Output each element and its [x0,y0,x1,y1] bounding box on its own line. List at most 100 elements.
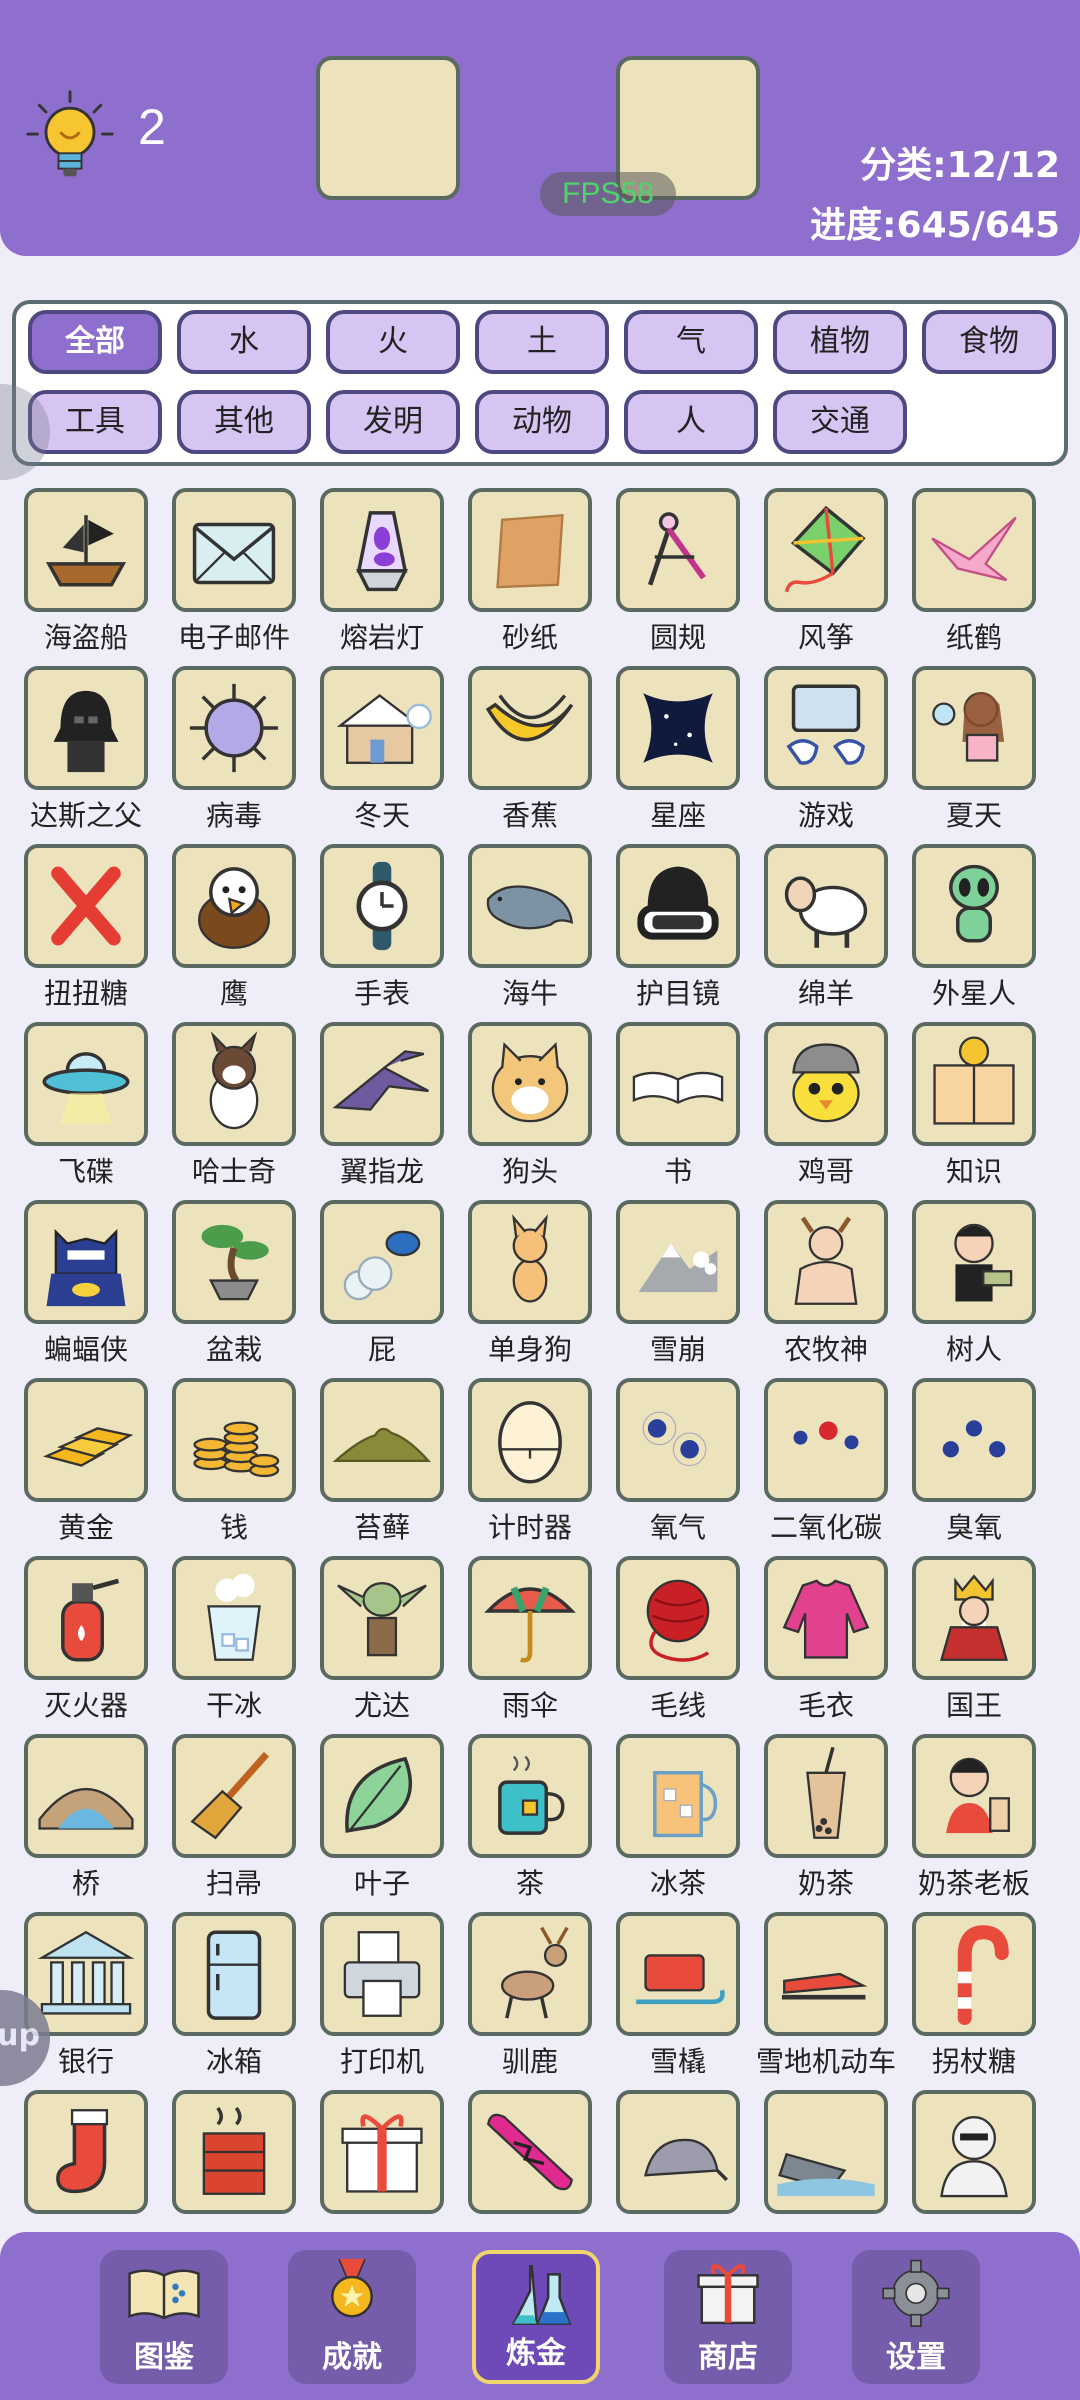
element-tile[interactable] [172,1912,296,2036]
element-tile[interactable] [24,844,148,968]
candy-cane-icon [957,1925,1009,2026]
element-tile[interactable] [616,1556,740,1680]
element-tile[interactable] [616,1734,740,1858]
element-tile[interactable] [764,1734,888,1858]
nav-tab-4[interactable]: 设置 [852,2250,980,2384]
element-tile[interactable] [468,1022,592,1146]
element-tile[interactable] [912,1022,1036,1146]
element-tile[interactable] [320,666,444,790]
element-tile[interactable] [912,1734,1036,1858]
element-tile[interactable] [468,1912,592,2036]
element-tile[interactable] [616,1378,740,1502]
element-tile[interactable] [468,844,592,968]
element-tile[interactable] [912,1378,1036,1502]
element-tile[interactable] [320,844,444,968]
element-tile[interactable] [912,2090,1036,2214]
element-tile[interactable] [24,1022,148,1146]
element-tile[interactable] [320,2090,444,2214]
element-tile[interactable] [468,488,592,612]
category-chip-8[interactable]: 其他 [177,390,311,454]
element-tile[interactable] [912,1556,1036,1680]
category-chip-11[interactable]: 人 [624,390,758,454]
element-tile[interactable] [468,1556,592,1680]
element-tile[interactable] [616,1022,740,1146]
element-tile[interactable] [616,844,740,968]
element-tile[interactable] [616,2090,740,2214]
element-tile[interactable] [172,2090,296,2214]
element-tile[interactable] [764,488,888,612]
element-tile[interactable] [764,2090,888,2214]
element-tile[interactable] [468,1378,592,1502]
compass-tool-icon [647,512,706,586]
sled-icon [636,1954,725,2005]
element-tile[interactable] [616,488,740,612]
element-tile[interactable] [764,666,888,790]
element-tile[interactable] [912,1200,1036,1324]
element-tile[interactable] [24,666,148,790]
element-tile[interactable] [616,1912,740,2036]
element-tile[interactable] [320,488,444,612]
element-tile[interactable] [764,844,888,968]
element-tile[interactable] [764,1912,888,2036]
category-chip-5[interactable]: 植物 [773,310,907,374]
category-chip-10[interactable]: 动物 [475,390,609,454]
element-tile[interactable] [912,666,1036,790]
element-tile[interactable] [320,1556,444,1680]
category-chip-3[interactable]: 土 [475,310,609,374]
combine-slot-left[interactable] [316,56,460,200]
element-tile[interactable] [468,1734,592,1858]
element-tile[interactable] [24,1378,148,1502]
element-tile[interactable] [24,1734,148,1858]
element-tile[interactable] [320,1912,444,2036]
element-tile[interactable] [468,1200,592,1324]
element-label: 纸鹤 [945,621,1002,654]
element-tile[interactable] [912,488,1036,612]
element-tile[interactable] [172,488,296,612]
category-chip-4[interactable]: 气 [624,310,758,374]
element-tile[interactable] [764,1378,888,1502]
nav-tab-3[interactable]: 商店 [664,2250,792,2384]
element-tile[interactable] [912,844,1036,968]
element-tile[interactable] [320,1734,444,1858]
nav-tab-0[interactable]: 图鉴 [100,2250,228,2384]
element-tile[interactable] [24,1200,148,1324]
nav-tab-1[interactable]: 成就 [288,2250,416,2384]
element-tile[interactable] [764,1022,888,1146]
eagle-icon [198,867,270,949]
category-chip-12[interactable]: 交通 [773,390,907,454]
element-tile[interactable] [468,2090,592,2214]
gold-bars-icon [43,1427,134,1467]
element-tile[interactable] [616,1200,740,1324]
element-tile[interactable] [172,666,296,790]
element-label: 冰箱 [205,2045,262,2078]
lightbulb-hint-icon[interactable] [22,88,118,184]
element-tile[interactable] [172,1378,296,1502]
element-label: 夏天 [945,799,1002,832]
element-label: 知识 [945,1155,1002,1188]
element-tile[interactable] [172,1734,296,1858]
banana-icon [485,694,574,742]
element-tile[interactable] [24,2090,148,2214]
nav-tab-2[interactable]: 炼金 [472,2250,600,2384]
element-tile[interactable] [912,1912,1036,2036]
element-tile[interactable] [320,1200,444,1324]
element-tile[interactable] [468,666,592,790]
element-tile[interactable] [172,1556,296,1680]
element-tile[interactable] [172,1200,296,1324]
element-tile[interactable] [24,1556,148,1680]
element-tile[interactable] [24,488,148,612]
category-chip-2[interactable]: 火 [326,310,460,374]
element-tile[interactable] [764,1556,888,1680]
bridge-icon [38,1787,134,1830]
watch-icon [356,861,408,951]
element-tile[interactable] [616,666,740,790]
element-tile[interactable] [172,844,296,968]
element-tile[interactable] [320,1022,444,1146]
element-tile[interactable] [320,1378,444,1502]
element-tile[interactable] [764,1200,888,1324]
category-chip-0[interactable]: 全部 [28,310,162,374]
category-chip-1[interactable]: 水 [177,310,311,374]
category-chip-6[interactable]: 食物 [922,310,1056,374]
element-tile[interactable] [172,1022,296,1146]
category-chip-9[interactable]: 发明 [326,390,460,454]
